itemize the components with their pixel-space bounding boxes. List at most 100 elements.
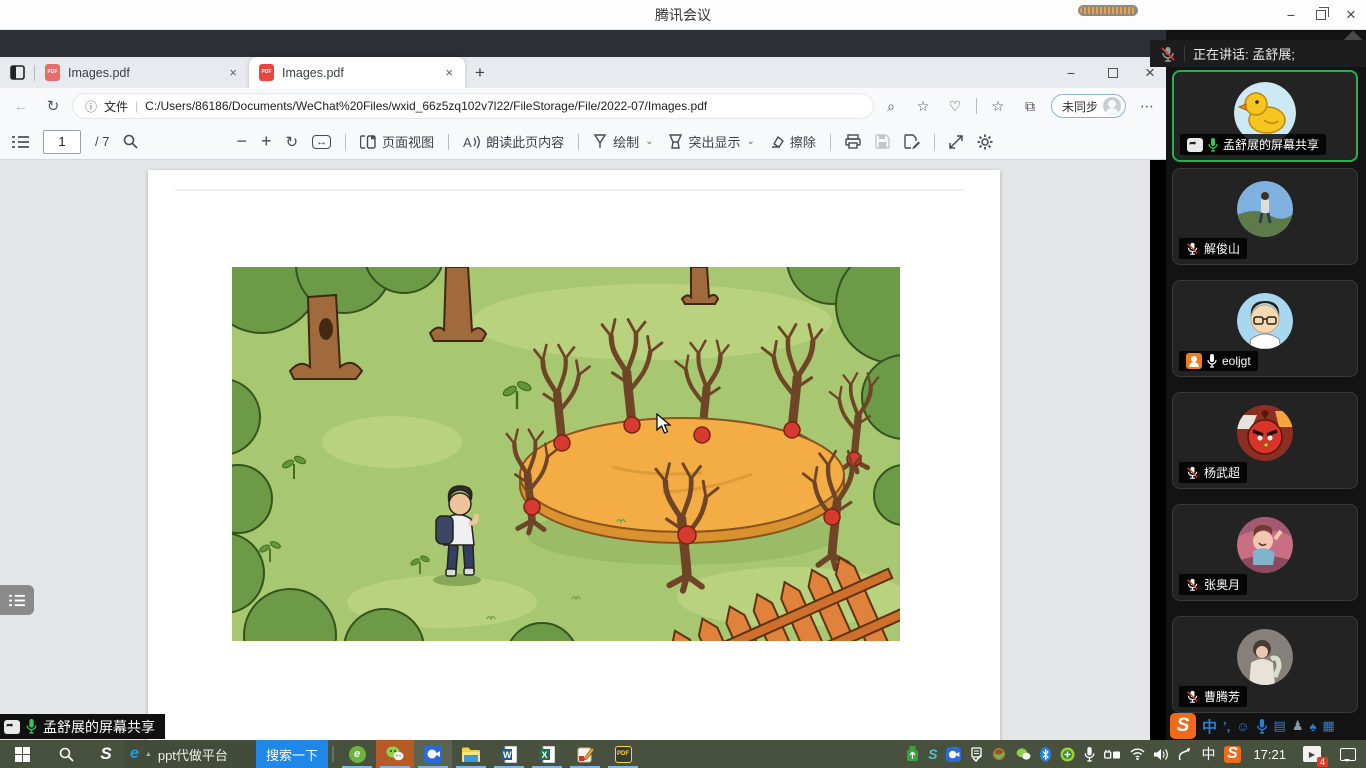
- tab-actions-button[interactable]: [0, 58, 34, 88]
- meeting-close-button[interactable]: ×: [1336, 0, 1366, 30]
- save-as-icon[interactable]: [904, 134, 920, 149]
- svg-text:A: A: [463, 135, 472, 149]
- ie-icon: e: [130, 745, 139, 763]
- ime-toolbar[interactable]: S 中 ʼ, ☺ ▤ ♟ ♠ ▦: [1170, 712, 1366, 740]
- zoom-in-icon[interactable]: +: [261, 131, 272, 152]
- browser-maximize-button[interactable]: [1092, 58, 1134, 88]
- toc-icon[interactable]: [12, 135, 29, 149]
- taskbar-search-button[interactable]: [44, 740, 88, 768]
- tray-meeting-icon[interactable]: [946, 747, 961, 762]
- new-tab-button[interactable]: +: [465, 58, 495, 88]
- action-center-button[interactable]: [1330, 740, 1366, 768]
- participant-tile[interactable]: 解俊山: [1172, 168, 1358, 265]
- tab-images-pdf-1[interactable]: Images.pdf ×: [35, 57, 249, 88]
- tray-bluetooth-icon[interactable]: [1040, 747, 1051, 762]
- app-notes[interactable]: [566, 740, 604, 768]
- participant-tile[interactable]: 杨武超: [1172, 392, 1358, 489]
- ime-voice-icon[interactable]: [1256, 719, 1268, 734]
- tray-volume-icon[interactable]: [1154, 748, 1169, 761]
- ime-mode-indicator[interactable]: 中: [1197, 740, 1219, 768]
- tab-close-icon[interactable]: ×: [227, 65, 239, 80]
- zoom-out-icon[interactable]: −: [236, 131, 247, 152]
- print-icon[interactable]: [845, 134, 861, 149]
- app-wechat[interactable]: [376, 740, 414, 768]
- tray-sogou-icon[interactable]: S: [1219, 740, 1245, 768]
- ime-toolbox-icon[interactable]: ▦: [1322, 718, 1334, 734]
- address-url: C:/Users/86186/Documents/WeChat%20Files/…: [145, 99, 707, 113]
- page-view-button[interactable]: 页面视图: [360, 132, 434, 151]
- tray-sflash-icon[interactable]: S: [928, 746, 937, 762]
- tray-wifi-icon[interactable]: [1130, 748, 1145, 760]
- fit-width-icon[interactable]: ↔: [312, 135, 331, 149]
- tab-close-icon[interactable]: ×: [443, 65, 455, 80]
- app-file-explorer[interactable]: [452, 740, 490, 768]
- search-icon[interactable]: [123, 134, 138, 149]
- chevron-up-icon[interactable]: ▲: [145, 751, 152, 758]
- participant-tile[interactable]: 张奥月: [1172, 504, 1358, 601]
- start-button[interactable]: [0, 740, 44, 768]
- chevron-down-icon[interactable]: ⌄: [645, 136, 653, 147]
- zoom-page-icon[interactable]: ⌕: [880, 98, 902, 115]
- tray-usb-icon[interactable]: [906, 746, 919, 762]
- app-pdf-reader[interactable]: PDF: [604, 740, 642, 768]
- s-app-button[interactable]: S: [88, 740, 124, 768]
- tab-images-pdf-2[interactable]: Images.pdf ×: [249, 57, 465, 88]
- app-word[interactable]: W: [490, 740, 528, 768]
- ime-mode-icon[interactable]: 中: [1202, 716, 1217, 737]
- address-divider: |: [135, 99, 138, 113]
- ime-keyboard-icon[interactable]: ▤: [1274, 718, 1286, 734]
- erase-button[interactable]: 擦除: [769, 132, 816, 151]
- tray-power-icon[interactable]: [1104, 748, 1121, 760]
- ime-skin-icon[interactable]: ♠: [1309, 719, 1316, 734]
- participant-name-bar: 孟舒展的屏幕共享: [1180, 134, 1326, 155]
- participant-tile[interactable]: 曹腾芳: [1172, 616, 1358, 713]
- search-widget-query[interactable]: ppt代做平台: [158, 745, 250, 764]
- collections-icon[interactable]: ⧉: [1019, 98, 1041, 115]
- info-icon[interactable]: ⓘ: [85, 98, 97, 115]
- fullscreen-icon[interactable]: [949, 135, 963, 149]
- add-favorite-icon[interactable]: ☆: [912, 98, 934, 115]
- page-number-input[interactable]: [43, 130, 81, 154]
- tray-360-icon[interactable]: [1060, 747, 1075, 762]
- gear-icon[interactable]: [977, 134, 993, 150]
- read-aloud-button[interactable]: A 朗读此页内容: [463, 132, 564, 151]
- taskbar-search-widget[interactable]: e ▲ ppt代做平台 搜索一下: [124, 740, 328, 768]
- rotate-icon[interactable]: ↻: [286, 133, 299, 151]
- tray-nutstore-icon[interactable]: [992, 747, 1007, 762]
- settings-menu-icon[interactable]: ⋯: [1136, 98, 1158, 115]
- search-widget-button[interactable]: 搜索一下: [256, 740, 328, 768]
- sogou-logo-icon[interactable]: S: [1170, 713, 1196, 739]
- tray-usb-eject-icon[interactable]: [970, 747, 983, 762]
- participant-tile-screenshare[interactable]: 孟舒展的屏幕共享: [1172, 70, 1358, 162]
- avatar: [1237, 405, 1293, 461]
- highlight-button[interactable]: 突出显示 ⌄: [668, 132, 755, 151]
- participant-tile[interactable]: eoljgt: [1172, 280, 1358, 377]
- taskbar-clock[interactable]: 17:21: [1245, 740, 1294, 768]
- browser-minimize-button[interactable]: −: [1050, 58, 1092, 88]
- draw-button[interactable]: 绘制 ⌄: [593, 132, 653, 151]
- back-button[interactable]: ←: [8, 93, 34, 119]
- app-excel[interactable]: X: [528, 740, 566, 768]
- notes-pen-icon: [577, 746, 594, 763]
- app-tencent-meeting[interactable]: [414, 740, 452, 768]
- meeting-restore-button[interactable]: [1306, 0, 1336, 30]
- pdf-viewport[interactable]: ▲ ▼: [0, 160, 1150, 740]
- ime-punctuation-icon[interactable]: ʼ,: [1223, 719, 1230, 734]
- refresh-button[interactable]: ↻: [40, 93, 66, 119]
- ime-wordlib-icon[interactable]: ♟: [1292, 718, 1304, 734]
- tray-wechat-icon[interactable]: [1016, 748, 1031, 761]
- profile-sync-button[interactable]: 未同步: [1051, 94, 1126, 118]
- browser-essentials-icon[interactable]: ♡: [944, 98, 966, 115]
- address-field[interactable]: ⓘ 文件 | C:/Users/86186/Documents/WeChat%2…: [72, 93, 874, 119]
- app-360browser[interactable]: e: [338, 740, 376, 768]
- chevron-down-icon[interactable]: ⌄: [747, 136, 755, 147]
- tray-mic-icon[interactable]: [1084, 747, 1095, 762]
- mic-muted-icon: [1186, 690, 1199, 703]
- favorites-list-icon[interactable]: ☆: [987, 98, 1009, 115]
- meeting-minimize-button[interactable]: −: [1276, 0, 1306, 30]
- toc-flyout-button[interactable]: [0, 585, 34, 615]
- ime-emoji-icon[interactable]: ☺: [1236, 719, 1249, 734]
- tray-pen-icon[interactable]: [1178, 747, 1191, 761]
- video-app-tray-button[interactable]: ▶4: [1294, 740, 1330, 768]
- toolbar-divider: [934, 134, 935, 150]
